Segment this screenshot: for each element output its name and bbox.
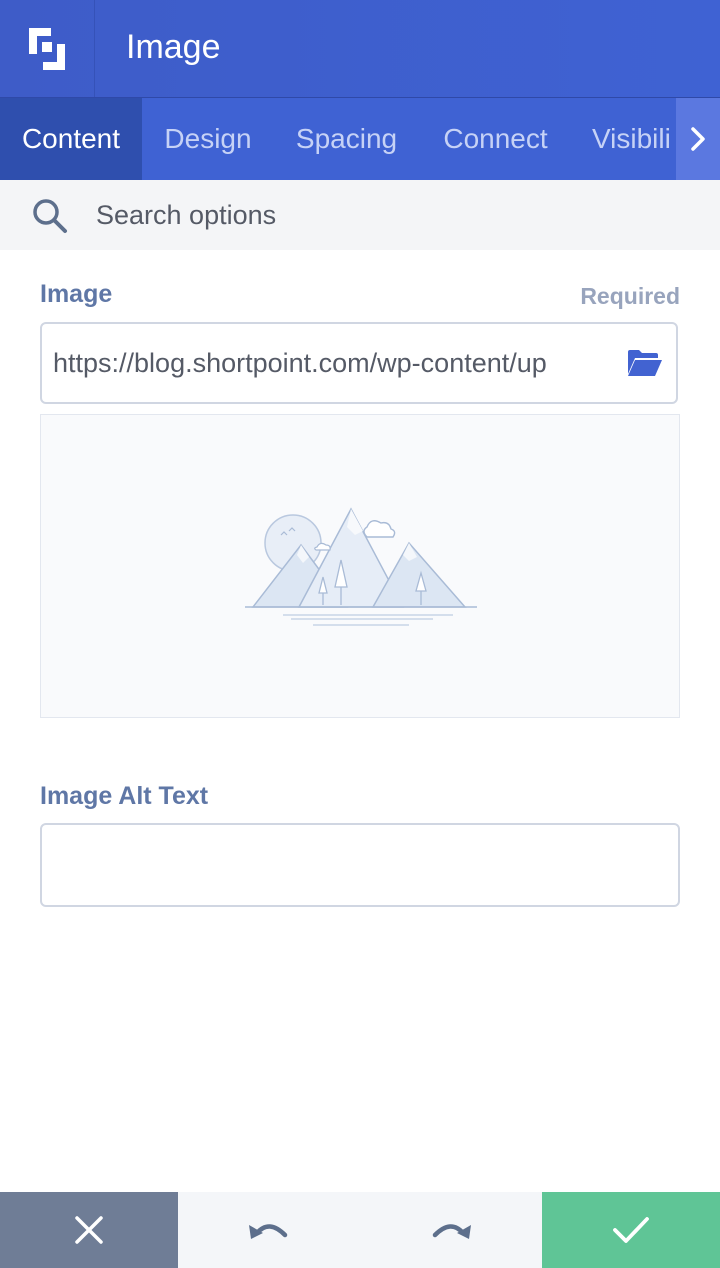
- required-badge: Required: [580, 283, 680, 309]
- undo-icon: [249, 1224, 288, 1239]
- search-icon: [33, 199, 67, 233]
- tab-content[interactable]: Content: [0, 98, 142, 180]
- shortpoint-logo-icon: [29, 27, 65, 70]
- footer-toolbar: [0, 1192, 720, 1268]
- check-icon: [613, 1217, 649, 1243]
- history-controls: [178, 1192, 542, 1268]
- page-title: Image: [126, 28, 221, 66]
- mountain-landscape-icon: [245, 507, 477, 626]
- alt-text-label: Image Alt Text: [40, 782, 209, 810]
- search-input[interactable]: [96, 192, 676, 238]
- image-field-label: Image: [40, 280, 113, 308]
- cancel-button[interactable]: [0, 1192, 178, 1268]
- search-bar: [0, 180, 720, 250]
- logo[interactable]: [0, 0, 95, 97]
- chevron-right-icon: [691, 127, 705, 151]
- image-url-field[interactable]: https://blog.shortpoint.com/wp-content/u…: [40, 322, 678, 404]
- undo-button[interactable]: [178, 1192, 360, 1268]
- tab-bar: Content Design Spacing Connect Visibili: [0, 98, 720, 180]
- tab-scroll-button[interactable]: [676, 98, 720, 180]
- redo-button[interactable]: [360, 1192, 542, 1268]
- confirm-button[interactable]: [542, 1192, 720, 1268]
- folder-open-icon[interactable]: [626, 348, 664, 378]
- alt-text-input[interactable]: [40, 823, 680, 907]
- tab-design[interactable]: Design: [142, 98, 274, 180]
- tab-connect[interactable]: Connect: [419, 98, 572, 180]
- close-icon: [75, 1216, 103, 1244]
- tab-spacing[interactable]: Spacing: [274, 98, 419, 180]
- redo-icon: [432, 1224, 471, 1239]
- image-preview: [40, 414, 680, 718]
- header-bar: Image: [0, 0, 720, 98]
- image-url-value[interactable]: https://blog.shortpoint.com/wp-content/u…: [53, 324, 615, 402]
